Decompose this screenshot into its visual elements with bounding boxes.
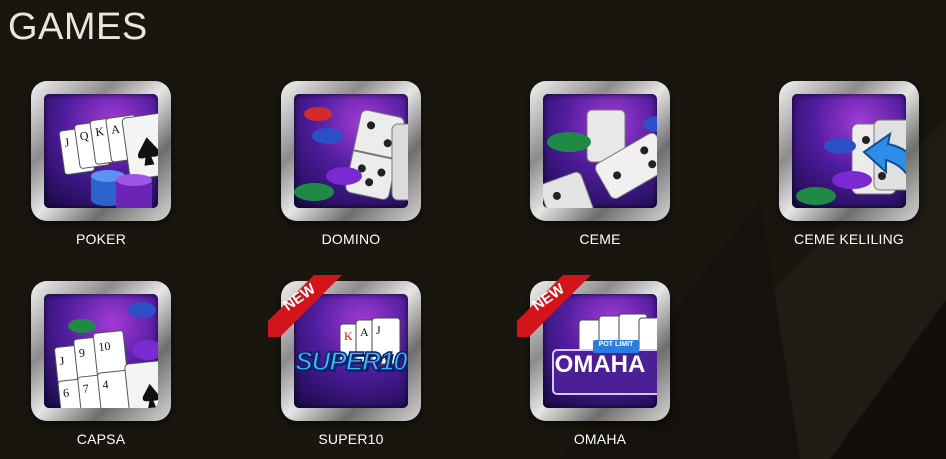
chip-stack — [91, 170, 152, 208]
section-title: GAMES — [8, 6, 148, 48]
ceme-icon — [543, 109, 657, 208]
game-label: DOMINO — [321, 231, 381, 247]
icon-frame: J Q K A — [31, 81, 171, 221]
omaha-sub-logo-text: POT LIMIT — [598, 341, 634, 348]
game-tile-omaha[interactable]: POT LIMIT OMAHA NEW OMAHA — [517, 275, 677, 451]
game-label: CEME KELILING — [794, 231, 904, 247]
icon-frame — [281, 81, 421, 221]
game-label: POKER — [75, 231, 126, 247]
icon-frame: J 9 10 6 7 4 — [31, 281, 171, 421]
svg-text:J: J — [376, 323, 381, 337]
icon-frame — [530, 81, 670, 221]
game-tile-domino[interactable]: DOMINO — [268, 81, 428, 251]
svg-text:10: 10 — [98, 339, 111, 354]
game-tile-capsa[interactable]: J 9 10 6 7 4 CAPSA — [18, 281, 178, 451]
icon-frame — [779, 81, 919, 221]
game-tile-super10[interactable]: K A J SUPER10 NEW SUPER10 — [268, 275, 428, 451]
game-tile-ceme[interactable]: CEME — [517, 81, 677, 251]
game-label: OMAHA — [573, 431, 627, 447]
domino-icon — [294, 107, 408, 201]
game-tile-poker[interactable]: J Q K A POKER — [18, 81, 178, 251]
svg-text:A: A — [360, 325, 369, 339]
omaha-logo-text: OMAHA — [554, 351, 646, 378]
super10-logo-text: SUPER10 — [295, 345, 409, 377]
ceme-keliling-icon — [796, 119, 906, 205]
capsa-icon: J 9 10 6 7 4 — [54, 302, 158, 408]
game-tile-ceme-keliling[interactable]: CEME KELILING — [766, 81, 926, 251]
game-label: CAPSA — [76, 431, 126, 447]
game-label: CEME — [579, 231, 621, 247]
poker-icon: J Q K A — [58, 112, 158, 208]
game-label: SUPER10 — [318, 431, 384, 447]
